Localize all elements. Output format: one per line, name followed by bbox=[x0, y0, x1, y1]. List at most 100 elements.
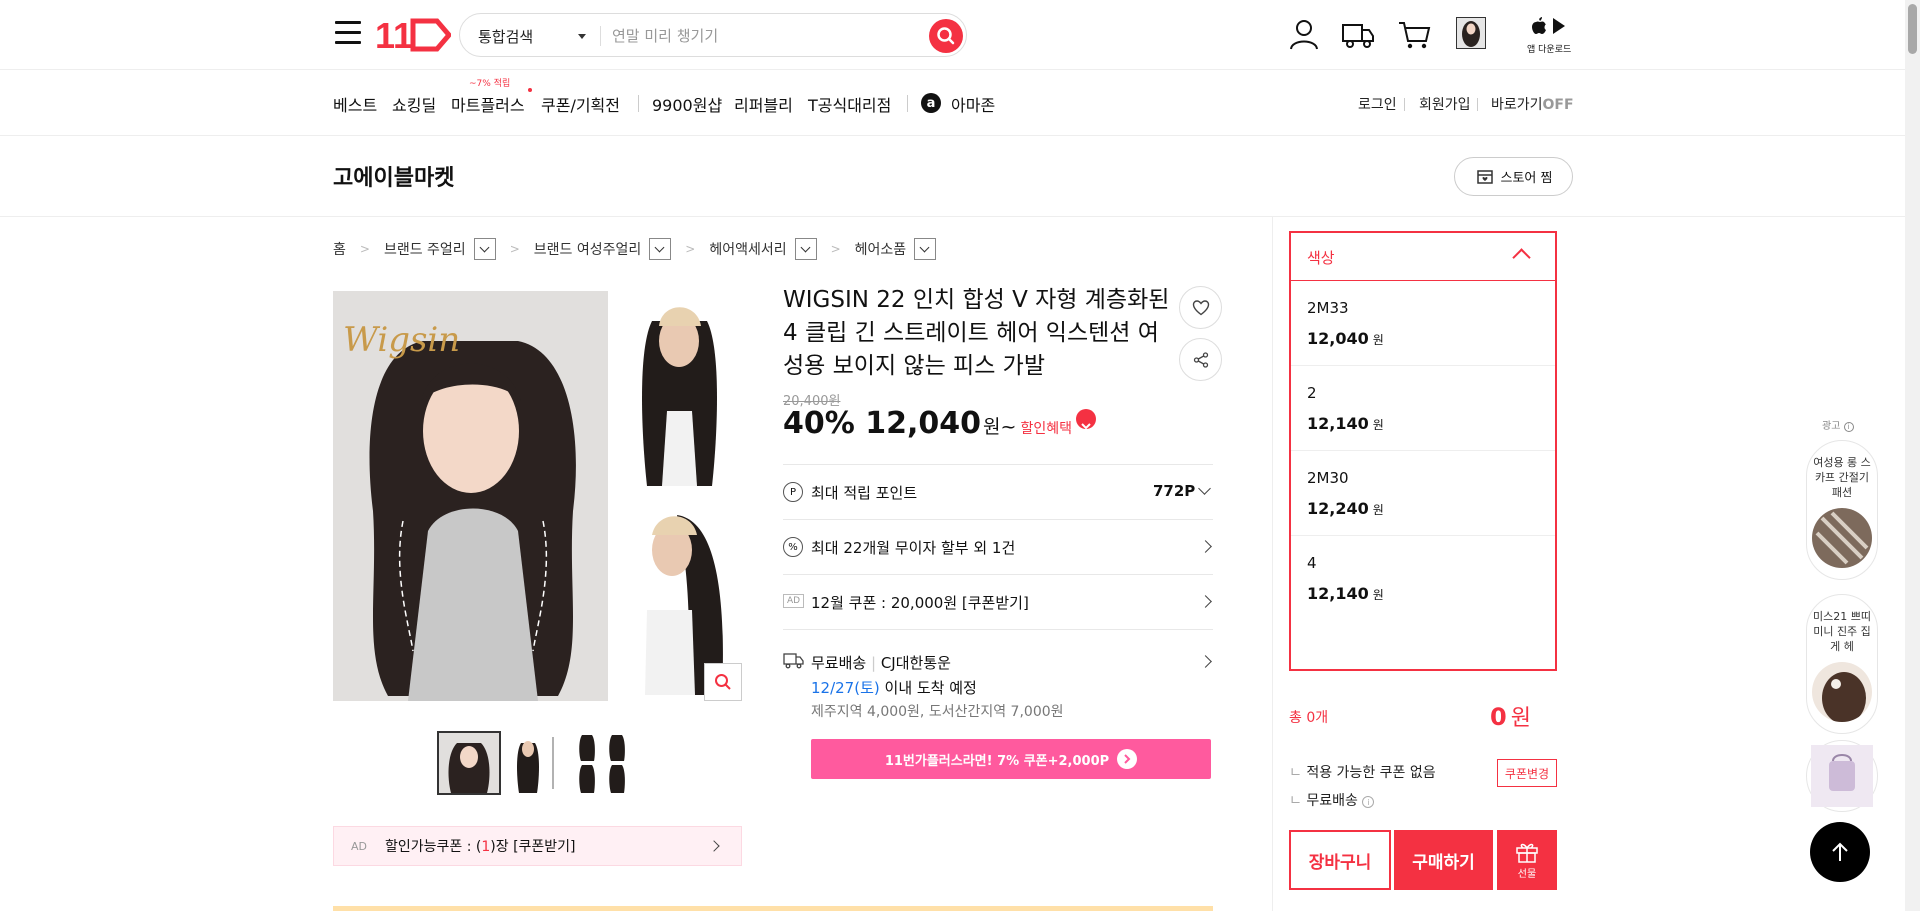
arrival-date: 12/27(토) bbox=[811, 679, 880, 697]
ad-card[interactable]: 여성용 롱 스카프 간절기 패션 bbox=[1806, 440, 1878, 580]
search-input[interactable] bbox=[612, 22, 942, 50]
price-unit: 원 bbox=[983, 416, 1001, 438]
info-icon[interactable]: i bbox=[1362, 796, 1375, 808]
nav-mart-badge: ~7% 적립 bbox=[469, 79, 511, 89]
ad-card[interactable]: 미스21 쁘띠 미니 진주 집게 헤 bbox=[1806, 594, 1878, 734]
coupon-text-a: 할인가능쿠폰 : ( bbox=[385, 839, 482, 855]
discount-benefit-link[interactable]: 할인혜택 bbox=[1020, 418, 1072, 438]
breadcrumb-item[interactable]: 브랜드 여성주얼리 bbox=[534, 239, 642, 259]
buy-now-button[interactable]: 구매하기 bbox=[1394, 830, 1493, 890]
coupon-row[interactable]: AD 12월 쿠폰 : 20,000원 [쿠폰받기] bbox=[783, 574, 1213, 629]
option-header[interactable]: 색상 bbox=[1291, 233, 1555, 281]
points-label: 최대 적립 포인트 bbox=[811, 484, 918, 502]
nav-shocking-deal[interactable]: 쇼킹딜 bbox=[392, 92, 436, 116]
chevron-down-icon[interactable] bbox=[578, 34, 586, 39]
signup-link[interactable]: 회원가입 bbox=[1419, 94, 1471, 114]
zoom-button[interactable] bbox=[704, 663, 742, 701]
login-link[interactable]: 로그인 bbox=[1358, 94, 1397, 114]
logo-text: 11 bbox=[375, 15, 413, 55]
ad-card-title: 미스21 쁘띠 미니 진주 집게 헤 bbox=[1813, 610, 1871, 653]
scroll-to-top-button[interactable] bbox=[1810, 822, 1870, 882]
nav-refurbly[interactable]: 리퍼블리 bbox=[734, 92, 793, 116]
nav-best[interactable]: 베스트 bbox=[333, 92, 377, 116]
menu-icon[interactable] bbox=[335, 21, 361, 45]
option-item[interactable]: 2M33 12,040 원 bbox=[1291, 281, 1555, 366]
nav-amazon[interactable]: 아마존 bbox=[951, 92, 995, 116]
option-name: 2M33 bbox=[1307, 299, 1349, 317]
breadcrumb-item[interactable]: 브랜드 주얼리 bbox=[384, 239, 466, 259]
breadcrumb-item[interactable]: 헤어소품 bbox=[855, 239, 907, 259]
heart-icon bbox=[1192, 299, 1209, 315]
share-button[interactable] bbox=[1179, 338, 1222, 381]
thumbnail-3[interactable] bbox=[574, 731, 638, 795]
nav-t-official[interactable]: T공식대리점 bbox=[808, 92, 891, 116]
logo[interactable]: 11 bbox=[375, 15, 453, 56]
price-value: 12,040 bbox=[865, 406, 982, 441]
info-icon[interactable]: i bbox=[1843, 422, 1854, 432]
nav-mart-plus[interactable]: 마트플러스 bbox=[451, 92, 525, 116]
installment-row[interactable]: % 최대 22개월 무이자 할부 외 1건 bbox=[783, 519, 1213, 574]
points-row[interactable]: P 최대 적립 포인트 772P bbox=[783, 464, 1213, 519]
delivery-truck-icon[interactable] bbox=[1340, 16, 1376, 52]
gift-label: 선물 bbox=[1517, 868, 1537, 880]
option-price-value: 12,140 bbox=[1307, 584, 1369, 603]
chevron-right-icon bbox=[1199, 655, 1212, 668]
thumbnail-2[interactable] bbox=[507, 731, 571, 795]
breadcrumb-dropdown[interactable] bbox=[794, 238, 817, 260]
search-bar: 통합검색 bbox=[459, 13, 967, 57]
breadcrumb-item[interactable]: 헤어액세서리 bbox=[709, 239, 786, 259]
ad-label-text: 광고 bbox=[1822, 421, 1841, 432]
nav-9900-shop[interactable]: 9900원샵 bbox=[652, 92, 722, 116]
shipping-status: ㄴ 무료배송 i bbox=[1289, 790, 1375, 810]
store-name[interactable]: 고에이블마켓 bbox=[333, 160, 454, 192]
arrival-text: 이내 도착 예정 bbox=[884, 679, 977, 697]
app-store-icon bbox=[1532, 17, 1565, 34]
coupon-count: 1 bbox=[481, 839, 491, 855]
chevron-right-icon: > bbox=[830, 242, 841, 256]
option-item[interactable]: 2 12,140 원 bbox=[1291, 366, 1555, 451]
breadcrumb-dropdown[interactable] bbox=[914, 238, 937, 260]
carrier: CJ대한통운 bbox=[880, 654, 951, 672]
search-category-select[interactable]: 통합검색 bbox=[478, 26, 533, 47]
ad-card[interactable] bbox=[1806, 740, 1878, 812]
option-item[interactable]: 2M30 12,240 원 bbox=[1291, 451, 1555, 536]
gift-button[interactable]: 선물 bbox=[1497, 830, 1557, 890]
scrollbar-thumb[interactable] bbox=[1908, 4, 1917, 54]
ad-badge: AD bbox=[783, 594, 805, 608]
coupon-text-b: )장 [쿠폰받기] bbox=[490, 839, 576, 855]
wish-button[interactable] bbox=[1179, 286, 1222, 329]
scrollbar[interactable] bbox=[1905, 0, 1920, 911]
coupon-change-button[interactable]: 쿠폰변경 bbox=[1497, 759, 1557, 787]
sale-price: 40% 12,040 원 ~ 할인혜택 bbox=[783, 406, 1096, 441]
product-main-image[interactable]: Wigsin bbox=[333, 291, 608, 701]
search-button[interactable] bbox=[929, 19, 963, 53]
breadcrumb-dropdown[interactable] bbox=[473, 238, 496, 260]
breadcrumb-home[interactable]: 홈 bbox=[333, 239, 346, 259]
chevron-down-circle-icon[interactable] bbox=[1075, 409, 1096, 430]
thumbnail-1[interactable] bbox=[437, 731, 501, 795]
store-bar: 고에이블마켓 스토어 찜 bbox=[0, 136, 1920, 217]
amazon-icon[interactable]: a bbox=[921, 93, 941, 113]
add-to-cart-button[interactable]: 장바구니 bbox=[1289, 830, 1391, 890]
cart-icon[interactable] bbox=[1396, 16, 1432, 52]
shipping-row[interactable]: 무료배송 | CJ대한통운 12/27(토) 이내 도착 예정 제주지역 4,0… bbox=[783, 629, 1213, 729]
shortcut-state: OFF bbox=[1542, 97, 1574, 113]
chevron-right-icon: > bbox=[509, 242, 520, 256]
installment-text: 최대 22개월 무이자 할부 외 1건 bbox=[811, 539, 1016, 557]
my-page-icon[interactable] bbox=[1286, 16, 1322, 52]
total-price: 0원 bbox=[1490, 700, 1531, 732]
recent-viewed-thumbnail[interactable] bbox=[1456, 17, 1486, 49]
breadcrumb-dropdown[interactable] bbox=[649, 238, 672, 260]
brand-watermark: Wigsin bbox=[343, 320, 460, 360]
option-name: 2 bbox=[1307, 384, 1317, 402]
points-value: 772P bbox=[1153, 482, 1196, 500]
discount-coupon-bar[interactable]: AD 할인가능쿠폰 : (1)장 [쿠폰받기] bbox=[333, 826, 742, 866]
plus-membership-banner[interactable]: 11번가플러스라면! 7% 쿠폰+2,000P bbox=[811, 739, 1211, 779]
divider bbox=[907, 95, 908, 112]
shortcut-toggle[interactable]: 바로가기OFF bbox=[1491, 94, 1574, 114]
app-download-link[interactable]: 앱 다운로드 bbox=[1527, 16, 1571, 55]
nav-coupon-plan[interactable]: 쿠폰/기획전 bbox=[541, 92, 620, 116]
store-wish-button[interactable]: 스토어 찜 bbox=[1454, 157, 1573, 196]
option-item[interactable]: 4 12,140 원 bbox=[1291, 536, 1555, 621]
product-side-image-1[interactable] bbox=[617, 291, 742, 491]
